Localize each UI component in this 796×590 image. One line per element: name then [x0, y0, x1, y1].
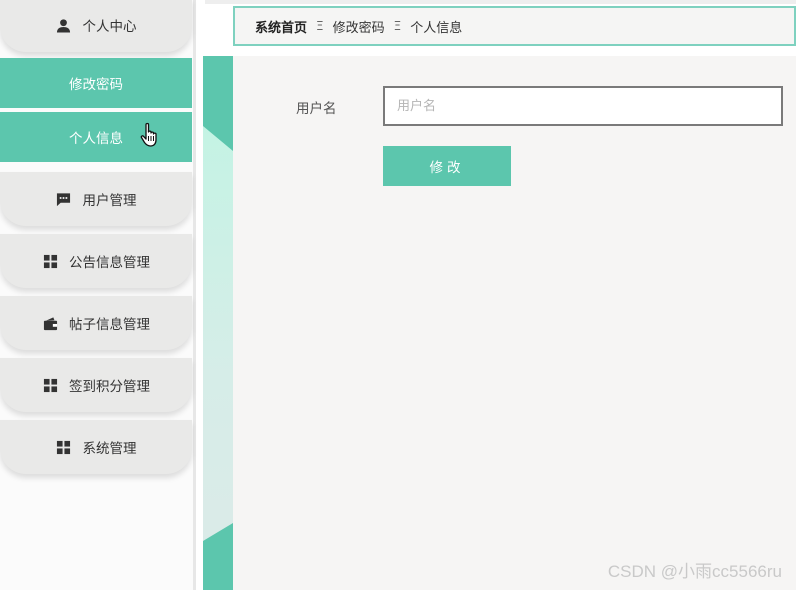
sidebar-subitem-label: 修改密码	[69, 77, 123, 93]
message-icon	[56, 191, 72, 207]
grid-icon	[42, 377, 58, 393]
breadcrumb-level1[interactable]: 修改密码	[333, 17, 385, 36]
modify-button[interactable]: 修改	[383, 146, 511, 186]
main-content: 用户名 修改	[233, 56, 796, 590]
sidebar-item-checkin-points-management[interactable]: 签到积分管理	[0, 358, 192, 412]
sidebar-item-post-management[interactable]: 帖子信息管理	[0, 296, 192, 350]
sidebar-item-label: 公告信息管理	[69, 255, 150, 271]
top-bar-edge	[205, 0, 796, 4]
decorative-strip	[203, 56, 233, 590]
sidebar-subitem-change-password[interactable]: 修改密码	[0, 58, 192, 108]
grid-icon	[42, 253, 58, 269]
sidebar-item-label: 帖子信息管理	[69, 317, 150, 333]
grid-icon	[56, 439, 72, 455]
watermark: CSDN @小雨cc5566ru	[607, 562, 782, 581]
sidebar-item-label: 用户管理	[82, 193, 137, 209]
breadcrumb-separator-icon: Ξ	[316, 19, 324, 33]
username-label: 用户名	[296, 101, 337, 117]
username-input[interactable]	[383, 86, 783, 126]
sidebar-item-announcement-management[interactable]: 公告信息管理	[0, 234, 192, 288]
breadcrumb-home[interactable]: 系统首页	[255, 17, 307, 36]
breadcrumb: 系统首页 Ξ 修改密码 Ξ 个人信息	[233, 6, 796, 46]
sidebar-item-personal-center[interactable]: 个人中心	[0, 0, 192, 52]
user-icon	[56, 17, 72, 33]
sidebar-item-system-management[interactable]: 系统管理	[0, 420, 192, 474]
hand-cursor-icon	[140, 122, 157, 147]
sidebar-item-label: 系统管理	[82, 441, 137, 457]
sidebar-subitem-label: 个人信息	[69, 131, 123, 147]
sidebar-subitem-personal-info[interactable]: 个人信息	[0, 112, 192, 162]
sidebar-item-user-management[interactable]: 用户管理	[0, 172, 192, 226]
sidebar: 个人中心 修改密码 个人信息 用户管理 公告信息管理 帖子信息管理 签到积分管理	[0, 0, 196, 590]
wallet-icon	[42, 315, 58, 331]
breadcrumb-level2[interactable]: 个人信息	[410, 17, 462, 36]
sidebar-item-label: 签到积分管理	[69, 379, 150, 395]
breadcrumb-separator-icon: Ξ	[393, 19, 402, 33]
sidebar-item-label: 个人中心	[82, 19, 137, 35]
